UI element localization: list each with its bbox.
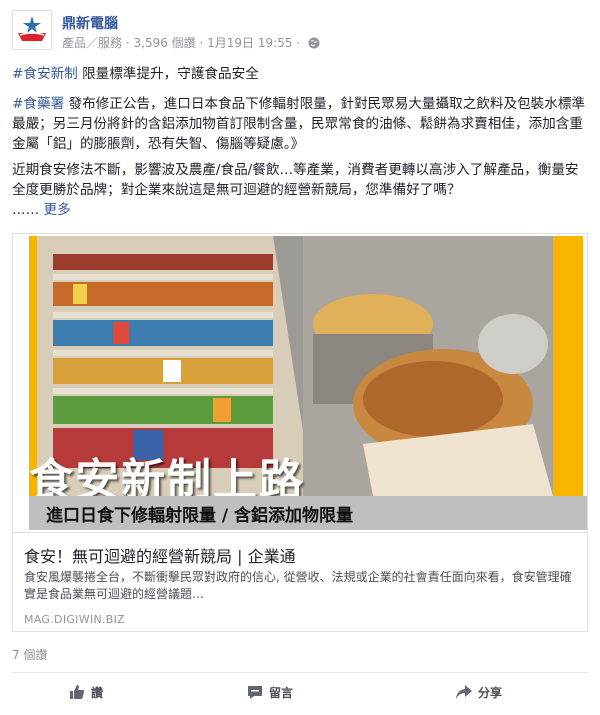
digiwin-logo-icon — [13, 11, 51, 49]
share-button[interactable]: 分享 — [455, 683, 502, 707]
post-header: 鼎新電腦 產品／服務 · 3,596 個讚 · 1月19日 19:55 · — [12, 10, 588, 54]
share-label: 分享 — [478, 686, 503, 700]
hashtag-link[interactable]: #食安新制 — [12, 66, 78, 82]
page-like-count[interactable]: 3,596 個讚 — [134, 36, 196, 50]
link-preview-body[interactable]: 食安！無可迴避的經營新競局 | 企業通 食安風爆襲捲全台，不斷衝擊民眾對政府的信… — [13, 532, 587, 631]
post-text-line1: #食安新制 限量標準提升，守護食品安全 — [12, 64, 586, 84]
post-text: 限量標準提升，守護食品安全 — [77, 66, 259, 82]
comment-label: 留言 — [269, 686, 294, 700]
comment-icon — [248, 686, 262, 699]
link-description: 食安風爆襲捲全台，不斷衝擊民眾對政府的信心, 從營收、法規或企業的社會責任面向來… — [24, 570, 572, 601]
link-domain: MAG.DIGIWIN.BIZ — [24, 613, 125, 626]
reaction-count[interactable]: 7 個讚 — [12, 646, 47, 663]
link-preview-image[interactable]: 食安新制上路 進口日食下修輻射限量 / 含鋁添加物限量 — [13, 234, 587, 532]
comment-button[interactable]: 留言 — [246, 683, 293, 707]
globe-icon[interactable] — [308, 37, 320, 52]
ellipsis: …… — [12, 202, 40, 218]
page-avatar[interactable] — [12, 10, 52, 50]
card-subheadline: 進口日食下修輻射限量 / 含鋁添加物限量 — [46, 506, 354, 526]
post-text-paragraph: #食藥署 發布修正公告，進口日本食品下修輻射限量，針對民眾易大量攝取之飲料及包裝… — [12, 94, 586, 154]
like-label: 讚 — [91, 686, 104, 700]
link-preview-card[interactable]: 食安新制上路 進口日食下修輻射限量 / 含鋁添加物限量 食安！無可迴避的經營新競… — [12, 233, 588, 632]
action-bar: 讚 留言 分享 — [12, 672, 588, 715]
meta-separator: · — [199, 36, 204, 50]
card-subheadline-bar: 進口日食下修輻射限量 / 含鋁添加物限量 — [29, 496, 587, 530]
meta-separator: · — [125, 36, 130, 50]
post-text: 發布修正公告，進口日本食品下修輻射限量，針對民眾易大量攝取之飲料及包裝水標準最嚴… — [12, 96, 586, 152]
thumbs-up-icon — [70, 685, 85, 699]
post-timestamp[interactable]: 1月19日 19:55 — [207, 36, 292, 50]
page-category[interactable]: 產品／服務 — [62, 36, 122, 50]
post-meta: 產品／服務 · 3,596 個讚 · 1月19日 19:55 · — [62, 34, 320, 52]
hashtag-link[interactable]: #食藥署 — [12, 96, 64, 112]
link-title[interactable]: 食安！無可迴避的經營新競局 | 企業通 — [24, 543, 578, 567]
meta-separator: · — [296, 36, 301, 50]
post-text-paragraph: 近期食安修法不斷，影響波及農產/食品/餐飲…等產業，消費者更轉以高涉入了解產品，… — [12, 160, 586, 220]
post-text: 近期食安修法不斷，影響波及農產/食品/餐飲…等產業，消費者更轉以高涉入了解產品，… — [12, 162, 579, 198]
facebook-post: 鼎新電腦 產品／服務 · 3,596 個讚 · 1月19日 19:55 · #食… — [0, 0, 600, 714]
share-arrow-icon — [456, 685, 472, 699]
see-more-link[interactable]: 更多 — [44, 202, 71, 218]
page-name-link[interactable]: 鼎新電腦 — [62, 13, 118, 33]
like-button[interactable]: 讚 — [68, 683, 103, 707]
